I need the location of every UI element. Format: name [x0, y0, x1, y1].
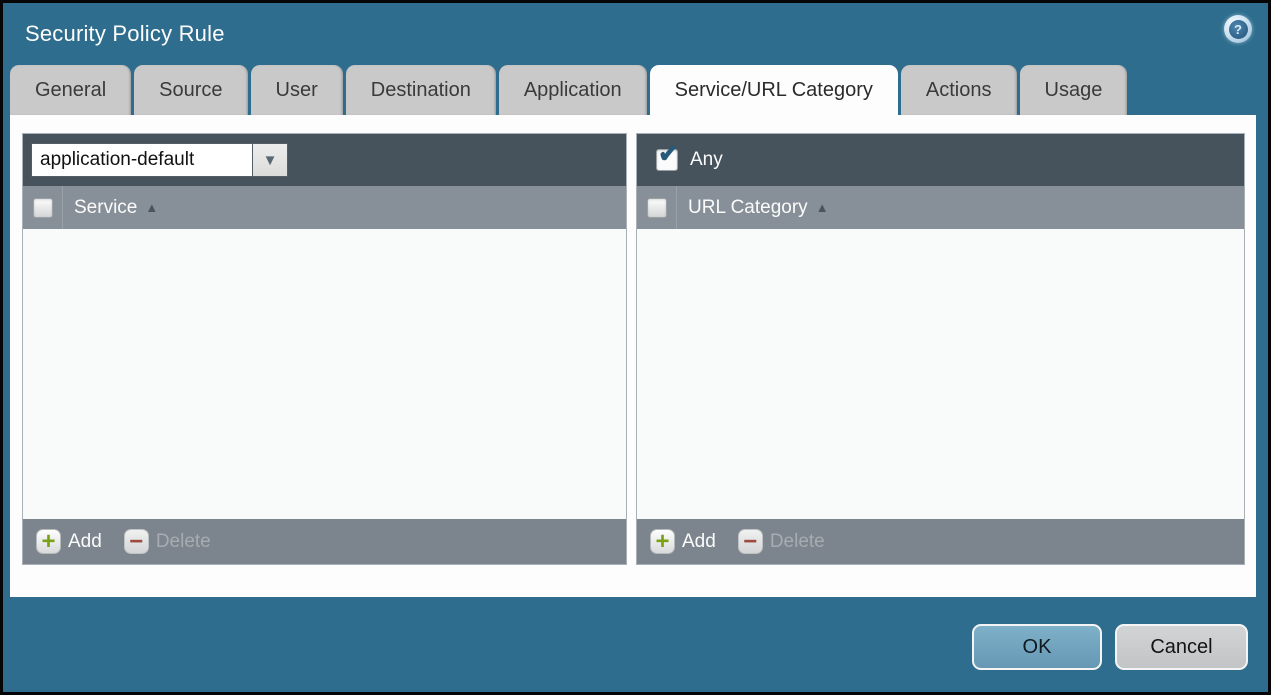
- help-question-glyph: ?: [1228, 19, 1248, 39]
- sort-ascending-icon: ▲: [145, 200, 159, 215]
- checkmark-icon: ✔: [658, 140, 679, 168]
- chevron-down-icon: ▼: [262, 151, 278, 169]
- service-column-label: Service: [74, 196, 138, 218]
- plus-icon: +: [36, 529, 61, 554]
- dialog-title: Security Policy Rule: [25, 21, 225, 46]
- url-column-label: URL Category: [688, 196, 808, 218]
- dialog-button-row: OK Cancel: [3, 597, 1268, 670]
- tab-content-service-url-category: ▼ Service ▲ + Add −: [10, 115, 1256, 597]
- url-header-checkbox-cell: [637, 186, 677, 229]
- service-add-label: Add: [68, 530, 102, 552]
- minus-icon: −: [123, 529, 149, 554]
- url-category-panel: ✔ Any URL Category ▲ + Add − Delete: [636, 133, 1245, 565]
- tab-service-url-category[interactable]: Service/URL Category: [649, 65, 898, 115]
- url-table-header: URL Category ▲: [637, 186, 1244, 229]
- service-table-footer: + Add − Delete: [23, 519, 626, 564]
- tab-general[interactable]: General: [10, 65, 132, 115]
- url-any-label: Any: [690, 149, 723, 170]
- help-icon[interactable]: ?: [1224, 15, 1252, 43]
- service-table-header: Service ▲: [23, 186, 626, 229]
- service-header-checkbox-cell: [23, 186, 63, 229]
- service-mode-dropdown[interactable]: ▼: [31, 143, 288, 177]
- url-table-body: [637, 229, 1244, 519]
- security-policy-rule-dialog: Security Policy Rule ? General Source Us…: [0, 0, 1271, 695]
- url-delete-button[interactable]: − Delete: [737, 529, 825, 554]
- service-panel: ▼ Service ▲ + Add −: [22, 133, 627, 565]
- url-table-footer: + Add − Delete: [637, 519, 1244, 564]
- tab-actions[interactable]: Actions: [900, 65, 1017, 115]
- service-mode-bar: ▼: [23, 134, 626, 186]
- service-add-button[interactable]: + Add: [36, 529, 102, 554]
- url-add-button[interactable]: + Add: [650, 529, 716, 554]
- url-column-header[interactable]: URL Category ▲: [688, 197, 829, 219]
- service-delete-label: Delete: [155, 530, 211, 552]
- service-table-body: [23, 229, 626, 519]
- tab-application[interactable]: Application: [498, 65, 647, 115]
- url-delete-label: Delete: [769, 530, 825, 552]
- tab-destination[interactable]: Destination: [345, 65, 496, 115]
- url-select-all-checkbox[interactable]: [646, 197, 667, 218]
- service-select-all-checkbox[interactable]: [32, 197, 53, 218]
- url-any-row: ✔ Any: [645, 142, 1244, 171]
- tab-source[interactable]: Source: [134, 65, 248, 115]
- service-mode-input[interactable]: [32, 144, 252, 176]
- url-any-bar: ✔ Any: [637, 134, 1244, 186]
- url-any-checkbox[interactable]: ✔: [656, 142, 679, 171]
- cancel-button[interactable]: Cancel: [1115, 624, 1248, 670]
- minus-icon: −: [737, 529, 763, 554]
- url-add-label: Add: [682, 530, 716, 552]
- ok-button[interactable]: OK: [972, 624, 1102, 670]
- tab-usage[interactable]: Usage: [1019, 65, 1128, 115]
- service-column-header[interactable]: Service ▲: [74, 197, 158, 219]
- title-bar: Security Policy Rule ?: [3, 3, 1268, 65]
- plus-icon: +: [650, 529, 675, 554]
- dropdown-arrow-button[interactable]: ▼: [252, 144, 287, 176]
- tab-user[interactable]: User: [250, 65, 343, 115]
- sort-ascending-icon: ▲: [815, 200, 829, 215]
- service-delete-button[interactable]: − Delete: [123, 529, 211, 554]
- tab-bar: General Source User Destination Applicat…: [3, 65, 1268, 115]
